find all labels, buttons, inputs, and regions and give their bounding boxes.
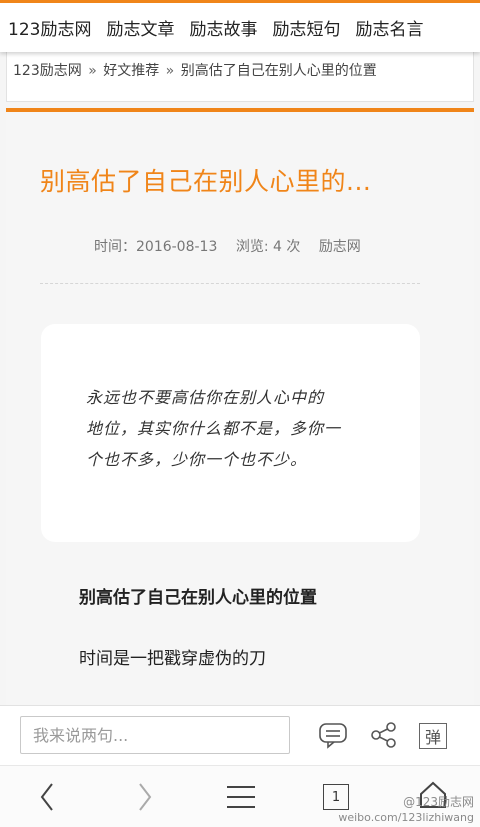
breadcrumb-category-link[interactable]: 好文推荐 [103,63,159,79]
comments-icon[interactable] [318,721,348,753]
article-title: 别高估了自己在别人心里的... [40,167,372,196]
article-container: 别高估了自己在别人心里的... 时间：2016-08-13 浏览: 4 次 励志… [6,112,474,712]
nav-item-short-sentences[interactable]: 励志短句 [272,15,340,40]
watermark-handle: @123励志网 [403,795,474,809]
danmu-button[interactable]: 弹 [419,723,447,749]
back-icon[interactable] [38,782,56,816]
watermark-url: weibo.com/123lizhiwang [338,811,474,824]
article-source: 励志网 [318,239,361,255]
comment-input[interactable] [20,716,290,754]
nav-item-articles[interactable]: 励志文章 [106,15,174,40]
article-meta: 时间：2016-08-13 浏览: 4 次 励志网 [94,236,375,256]
breadcrumb: 123励志网 » 好文推荐 » 别高估了自己在别人心里的位置 [13,60,473,80]
breadcrumb-current: 别高估了自己在别人心里的位置 [180,63,377,79]
dashed-divider [40,283,420,284]
article-paragraph: 时间是一把戳穿虚伪的刀 [79,649,266,669]
page: 123励志网 励志文章 励志故事 励志短句 励志名言 123励志网 » 好文推荐… [0,0,480,827]
forward-icon[interactable] [136,782,154,816]
comment-bar: 弹 [0,705,480,765]
nav-item-stories[interactable]: 励志故事 [189,15,257,40]
share-icon[interactable] [370,721,398,753]
article-subheading: 别高估了自己在别人心里的位置 [79,588,317,608]
quote-line: 地位，其实你什么都不是，多你一 [86,419,342,438]
breadcrumb-separator: » [165,63,175,79]
article-time: 时间：2016-08-13 [94,239,218,255]
quote-image: 永远也不要高估你在别人心中的 地位，其实你什么都不是，多你一 个也不多，少你一个… [41,324,420,542]
article-views: 浏览: 4 次 [235,239,301,255]
breadcrumb-separator: » [88,63,97,79]
breadcrumb-box: 123励志网 » 好文推荐 » 别高估了自己在别人心里的位置 [6,52,474,102]
menu-icon[interactable] [226,784,256,814]
quote-text: 永远也不要高估你在别人心中的 地位，其实你什么都不是，多你一 个也不多，少你一个… [86,382,386,475]
quote-line: 个也不多，少你一个也不少。 [86,450,308,469]
weibo-watermark: @123励志网 weibo.com/123lizhiwang [338,794,474,826]
nav-item-quotes[interactable]: 励志名言 [355,15,423,40]
top-nav: 123励志网 励志文章 励志故事 励志短句 励志名言 [0,0,480,52]
breadcrumb-home-link[interactable]: 123励志网 [13,63,82,79]
quote-line: 永远也不要高估你在别人心中的 [86,388,325,407]
nav-item-home[interactable]: 123励志网 [8,15,91,40]
